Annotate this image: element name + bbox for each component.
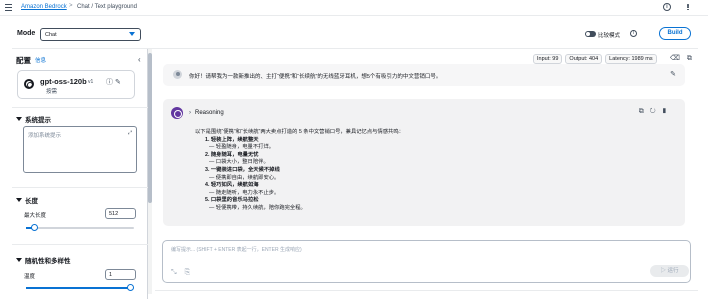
system-prompt-heading-label: 系统提示 — [25, 117, 51, 124]
length-heading[interactable]: 长度 — [16, 195, 38, 205]
collapse-panel-icon[interactable]: ‹ — [138, 55, 141, 64]
reasoning-toggle[interactable]: › Reasoning — [189, 110, 224, 116]
model-card[interactable]: gpt-oss-120b v1 按需 ⓘ✎ — [17, 70, 135, 99]
temperature-input[interactable]: 1 — [105, 269, 136, 280]
config-title: 配置 — [16, 56, 31, 65]
run-button[interactable]: ▷ 运行 — [650, 265, 689, 277]
max-length-slider[interactable] — [26, 224, 134, 231]
expand-icon[interactable]: ⤡ — [171, 269, 185, 276]
config-scrollbar[interactable] — [148, 49, 152, 294]
caret-down-icon — [16, 258, 22, 262]
menu-icon[interactable] — [5, 4, 12, 11]
metrics-icon[interactable]: ▮ — [662, 108, 673, 115]
reply-item-desc: — 轻盈随身，电量不打烊。 — [209, 144, 275, 151]
attach-icon[interactable]: ⎘ — [185, 269, 199, 276]
reply-actions: ⧉↻▮ — [639, 108, 673, 116]
breadcrumb-current: Chat / Text playground — [77, 4, 137, 10]
compare-mode-toggle[interactable] — [585, 31, 596, 37]
compare-mode-label: 比较模式 — [598, 33, 621, 39]
info-icon[interactable]: i — [663, 3, 671, 11]
mode-selected-value: Chat — [45, 32, 57, 38]
more-options-icon[interactable] — [684, 3, 692, 11]
model-avatar — [171, 107, 183, 119]
model-card-icons: ⓘ✎ — [106, 77, 123, 87]
temperature-slider-fill — [26, 287, 131, 289]
chevron-right-icon: › — [189, 110, 191, 116]
max-length-input[interactable]: 512 — [105, 208, 136, 219]
reply-item-desc: — 轻便携带，持久续航，陪你跑完全程。 — [209, 204, 306, 211]
info-icon[interactable]: ⓘ — [106, 79, 115, 86]
caret-down-icon — [16, 117, 22, 121]
expand-icon[interactable]: ⤢ — [128, 130, 132, 136]
breadcrumb-amazon-bedrock[interactable]: Amazon Bedrock — [21, 4, 67, 10]
reasoning-label: Reasoning — [195, 110, 224, 116]
caret-down-icon — [16, 198, 22, 202]
temperature-slider-thumb[interactable] — [127, 284, 134, 291]
config-scrollbar-thumb[interactable] — [148, 53, 152, 203]
model-mode: 按需 — [46, 89, 58, 95]
divider — [12, 187, 148, 188]
input-tokens-badge: Input: 99 — [533, 54, 563, 64]
chevron-down-icon — [129, 32, 135, 36]
user-message-text: 你好！请帮我为一款新推出的、主打“便携”和“长续航”的无线蓝牙耳机，想5个有吸引… — [189, 74, 442, 80]
copy-icon[interactable]: ⧉ — [639, 108, 650, 115]
length-heading-label: 长度 — [25, 198, 38, 205]
max-length-label: 最大长度 — [24, 213, 47, 219]
prompt-placeholder: 编写提示... (SHIFT + ENTER 表起一行，ENTER 生成响应) — [171, 247, 302, 253]
reply-item-desc: — 便携即自由，续航即安心。 — [209, 174, 280, 181]
latency-badge: Latency: 1989 ms — [605, 54, 657, 64]
chat-area: Input: 99 Output: 404 Latency: 1989 ms ⌫… — [155, 49, 695, 299]
mode-label: Mode — [17, 30, 36, 37]
divider — [155, 290, 698, 291]
model-version: v1 — [88, 79, 94, 85]
mode-select[interactable]: Chat — [40, 28, 141, 41]
system-prompt-heading[interactable]: 系统提示 — [16, 114, 51, 124]
user-message: 你好！请帮我为一款新推出的、主打“便携”和“长续航”的无线蓝牙耳机，想5个有吸引… — [163, 64, 685, 86]
build-button[interactable]: Build — [659, 27, 691, 40]
reply-item-title: 5. 口袋里的音乐马拉松 — [205, 197, 259, 204]
randomness-heading-label: 随机性和多样性 — [25, 258, 71, 265]
top-navigation-bar: Amazon Bedrock > Chat / Text playground … — [0, 0, 708, 16]
reply-item-title: 4. 轻巧如风，续航如海 — [205, 182, 259, 189]
reply-body: 以下是围绕“便携”和“长续航”两大卖点打造的 5 条中文营销口号，兼具记忆点与情… — [195, 129, 665, 213]
max-length-slider-thumb[interactable] — [31, 224, 39, 231]
chat-tools: ⌫⧉ — [670, 54, 699, 63]
reply-item-desc: — 口袋大小，整日陪伴。 — [209, 159, 269, 166]
system-prompt-placeholder: 添加系统提示 — [28, 133, 62, 139]
reply-item-desc: — 随走随听，电力永不止步。 — [209, 189, 280, 196]
copy-icon[interactable]: ⧉ — [687, 55, 699, 62]
config-info-link[interactable]: 信息 — [35, 56, 46, 64]
prompt-composer[interactable]: 编写提示... (SHIFT + ENTER 表起一行，ENTER 生成响应) … — [162, 240, 691, 283]
user-avatar — [173, 70, 182, 79]
edit-icon[interactable]: ✎ — [670, 70, 676, 78]
system-prompt-textarea[interactable]: 添加系统提示 ⤢ — [23, 126, 137, 173]
temperature-label: 温度 — [24, 274, 36, 280]
metrics-bar: Input: 99 Output: 404 Latency: 1989 ms — [533, 54, 657, 64]
mode-row: Mode Chat 比较模式 i Build — [0, 23, 708, 43]
compare-info-icon[interactable]: i — [630, 30, 637, 37]
reply-item-title: 3. 一键装进口袋，全天候不掉线 — [205, 166, 280, 173]
temperature-slider[interactable] — [26, 284, 134, 291]
edit-icon[interactable]: ✎ — [115, 79, 123, 86]
divider — [12, 244, 148, 245]
clear-chat-icon[interactable]: ⌫ — [670, 55, 687, 62]
reply-intro: 以下是围绕“便携”和“长续航”两大卖点打造的 5 条中文营销口号，兼具记忆点与情… — [195, 129, 404, 135]
composer-tools: ⤡⎘ — [171, 269, 198, 277]
breadcrumb-separator: > — [69, 3, 73, 9]
model-name: gpt-oss-120b — [40, 77, 87, 86]
randomness-heading[interactable]: 随机性和多样性 — [16, 255, 71, 265]
openai-logo-icon — [24, 79, 34, 89]
config-panel: 配置 信息 ‹ gpt-oss-120b v1 按需 ⓘ✎ 系统提示 添加系统提… — [12, 49, 148, 299]
divider — [12, 107, 148, 108]
assistant-reply: › Reasoning ⧉↻▮ 以下是围绕“便携”和“长续航”两大卖点打造的 5 … — [163, 99, 685, 226]
output-tokens-badge: Output: 404 — [565, 54, 603, 64]
refresh-icon[interactable]: ↻ — [650, 108, 662, 115]
